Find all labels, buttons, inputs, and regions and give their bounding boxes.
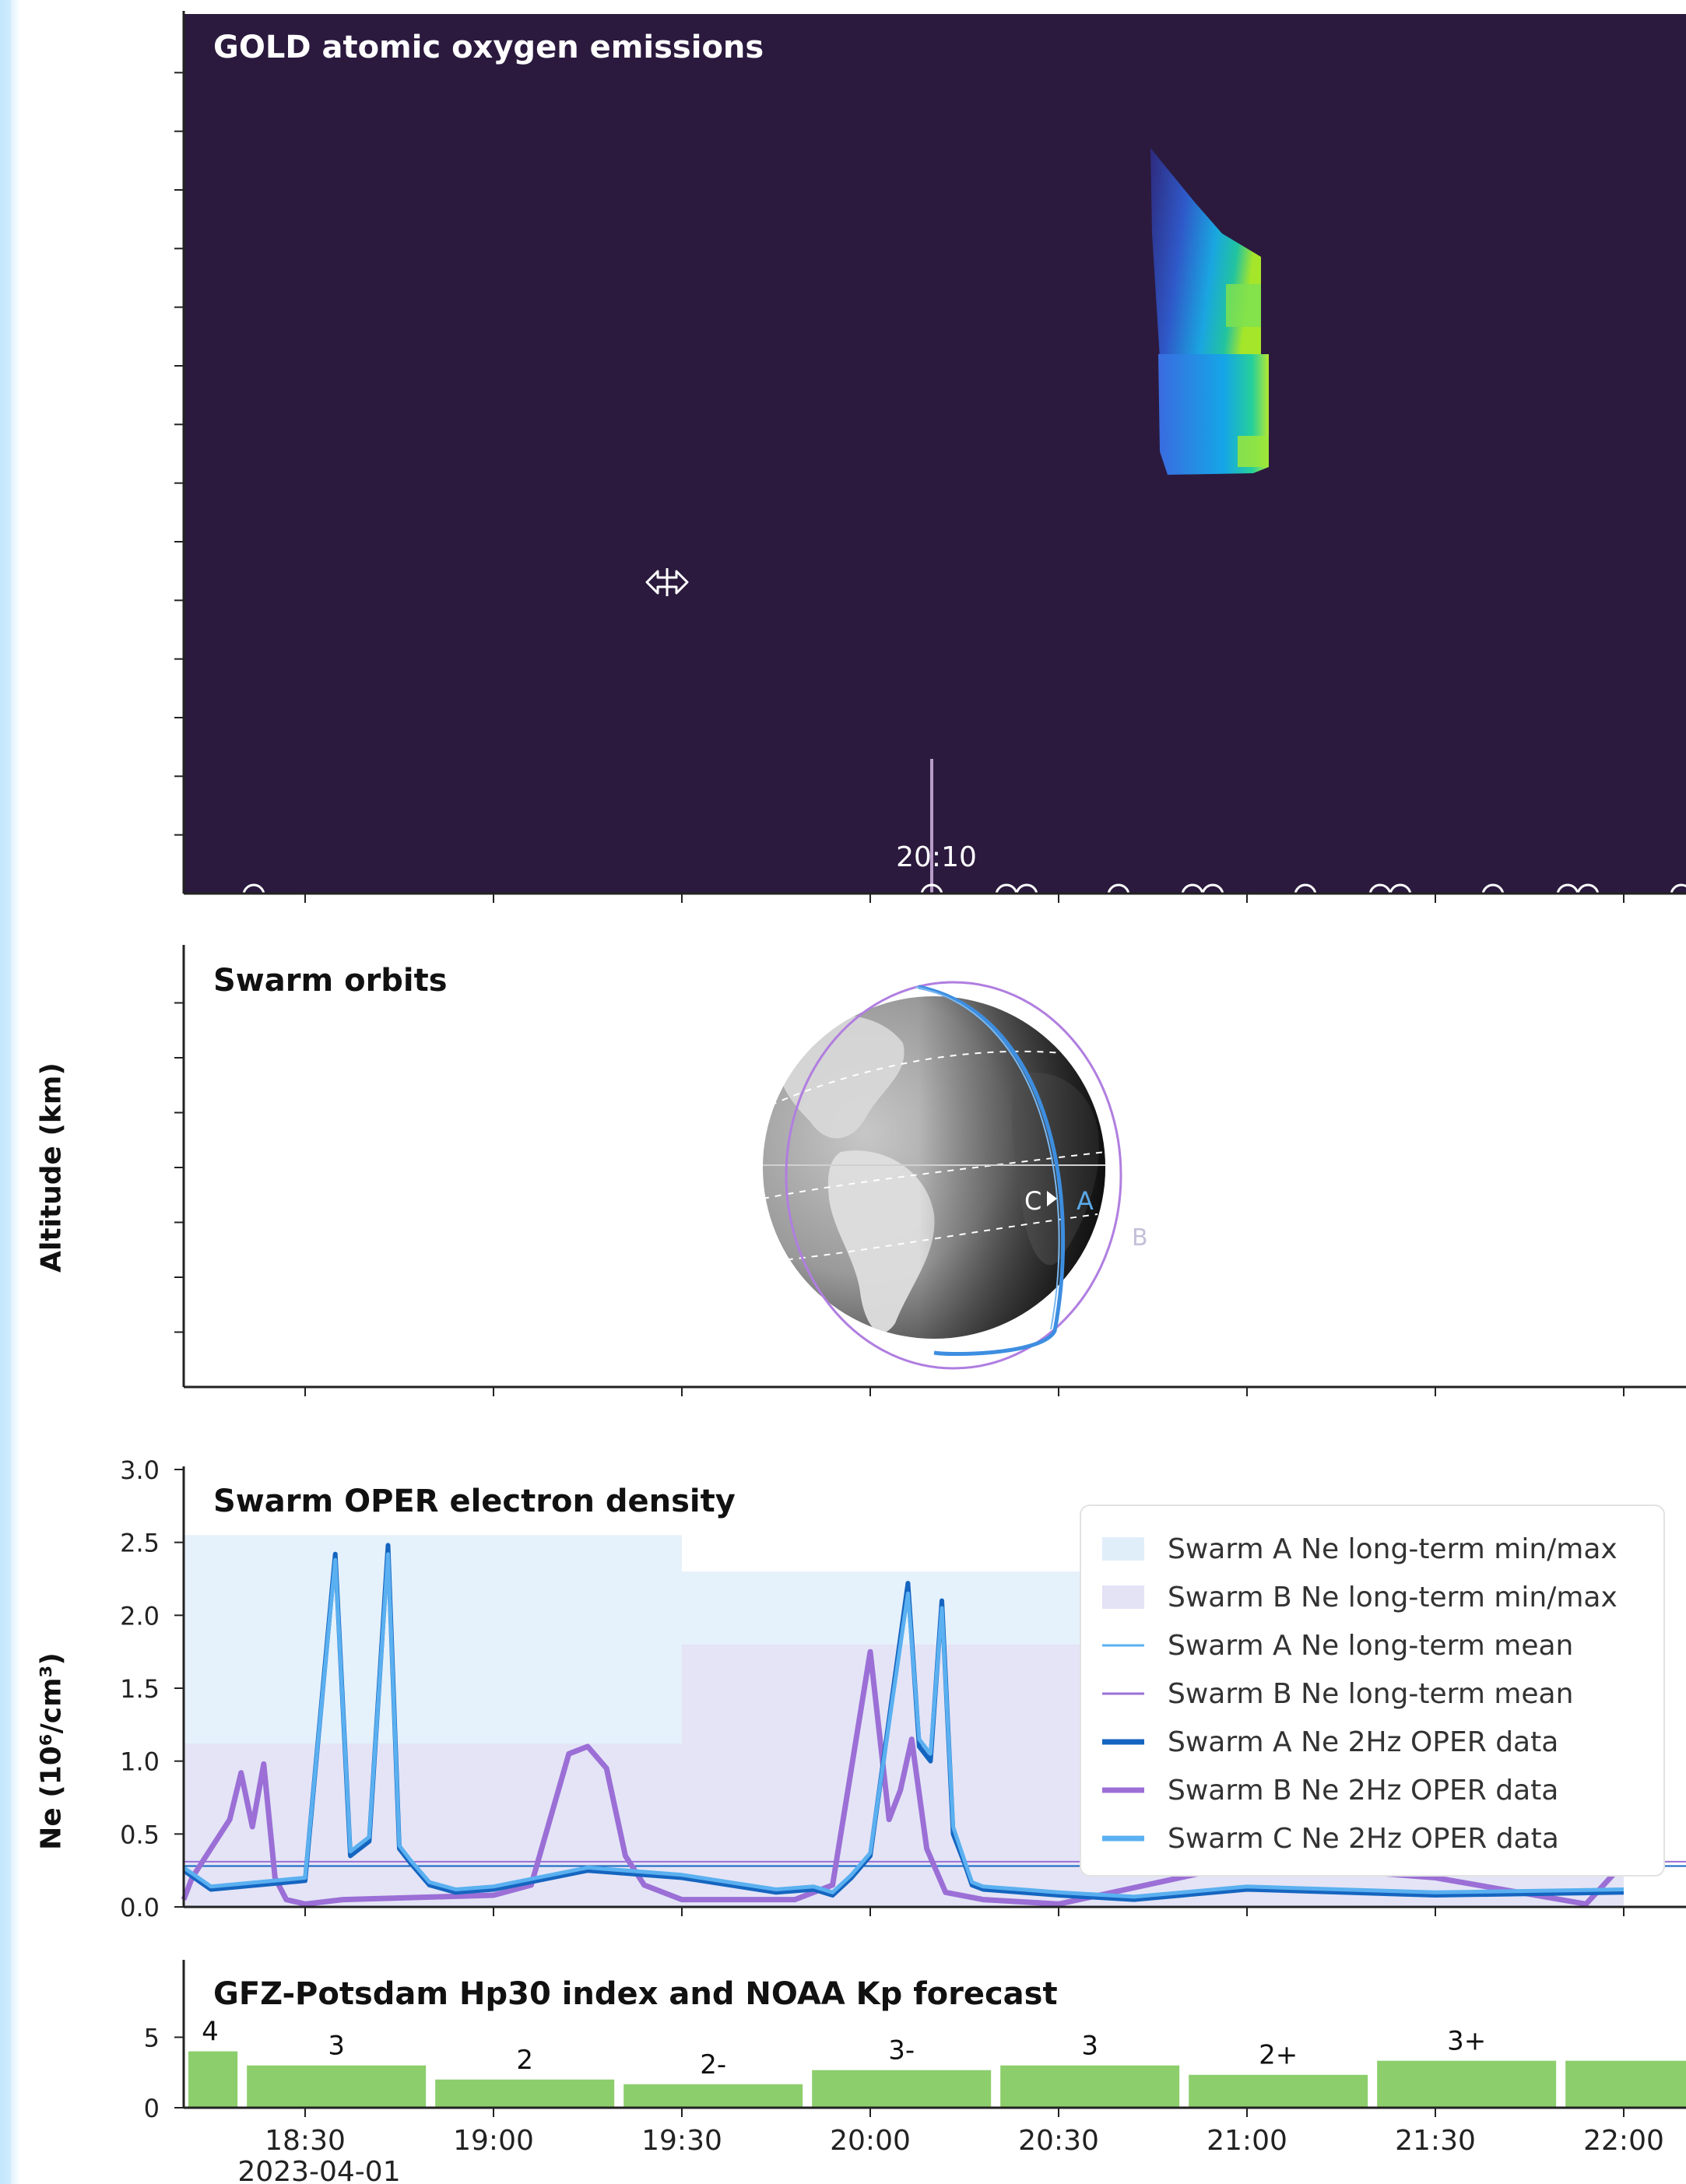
gold-title: GOLD atomic oxygen emissions bbox=[213, 30, 764, 65]
time-tick-label: 18:30 bbox=[265, 2125, 346, 2157]
hp-bar-label: 4 bbox=[202, 2017, 219, 2048]
hp-bar bbox=[1000, 2065, 1180, 2108]
legend-label: Swarm A Ne 2Hz OPER data bbox=[1168, 1726, 1558, 1758]
time-tick-label: 20:30 bbox=[1018, 2125, 1099, 2157]
hp-bar bbox=[435, 2079, 615, 2108]
date-label: 2023-04-01 bbox=[237, 2156, 400, 2184]
ne-y-ticks: 0.0 0.5 1.0 1.5 2.0 2.5 3.0 bbox=[120, 1455, 184, 1922]
orbits-title: Swarm orbits bbox=[213, 963, 448, 999]
hp-bar bbox=[1377, 2060, 1557, 2108]
legend-label: Swarm B Ne long-term mean bbox=[1168, 1678, 1573, 1710]
hp-bar bbox=[1565, 2060, 1686, 2108]
hp-bar bbox=[1189, 2074, 1368, 2108]
ne-y-tick-label: 1.5 bbox=[120, 1674, 160, 1704]
legend-label: Swarm B Ne 2Hz OPER data bbox=[1168, 1775, 1558, 1807]
hp-bar-label: 2 bbox=[516, 2045, 533, 2076]
time-tick-label: 21:00 bbox=[1207, 2125, 1287, 2157]
time-tick-label: 22:00 bbox=[1583, 2125, 1664, 2157]
hp-bar-label: 2+ bbox=[1259, 2040, 1298, 2071]
time-tick-label: 21:30 bbox=[1395, 2125, 1476, 2157]
legend-label: Swarm C Ne 2Hz OPER data bbox=[1168, 1823, 1559, 1855]
hp-bar bbox=[812, 2070, 992, 2108]
hp-bar-label: 3+ bbox=[1447, 2026, 1486, 2057]
time-cursor-label: 20:10 bbox=[896, 841, 977, 873]
ne-y-tick-label: 1.0 bbox=[120, 1747, 160, 1777]
ne-y-tick-label: 3.0 bbox=[120, 1455, 160, 1485]
time-tick-label: 19:00 bbox=[453, 2125, 534, 2157]
hp-bar-label: 3 bbox=[328, 2031, 345, 2062]
ne-title: Swarm OPER electron density bbox=[213, 1484, 736, 1519]
hp-y-tick-label: 0 bbox=[144, 2094, 160, 2123]
hp-bar bbox=[623, 2084, 803, 2108]
legend-swatch bbox=[1102, 1585, 1144, 1609]
legend-label: Swarm B Ne long-term min/max bbox=[1168, 1582, 1618, 1613]
hp-y-tick-label: 5 bbox=[144, 2023, 160, 2052]
satellite-label-b: B bbox=[1132, 1224, 1148, 1252]
hp-panel: 4 3 2 2- 3- 3 2+ 3+ 05 GFZ-Potsdam Hp30 index a… bbox=[144, 1976, 1686, 2123]
legend-label: Swarm A Ne long-term mean bbox=[1168, 1630, 1573, 1662]
ne-y-tick-label: 2.0 bbox=[120, 1601, 160, 1631]
hp-bar-label: 3- bbox=[888, 2035, 915, 2066]
ne-y-tick-label: 0.5 bbox=[120, 1820, 160, 1849]
orbits-panel: Swarm orbits C A B bbox=[213, 963, 1148, 1370]
satellite-label-a: A bbox=[1077, 1186, 1094, 1216]
legend-swatch bbox=[1102, 1537, 1144, 1561]
gold-panel: GOLD atomic oxygen emissions 20:10 bbox=[184, 14, 1686, 896]
time-tick-label: 20:00 bbox=[830, 2125, 911, 2157]
satellite-label-c: C bbox=[1024, 1186, 1041, 1216]
hp-bar-label: 2- bbox=[700, 2049, 726, 2080]
hp-bar bbox=[247, 2065, 427, 2108]
legend-label: Swarm A Ne long-term min/max bbox=[1168, 1533, 1618, 1565]
hp-y-ticks: 05 bbox=[144, 2023, 184, 2123]
ne-panel: 0.0 0.5 1.0 1.5 2.0 2.5 3.0 Swarm OPER electro… bbox=[120, 1455, 1686, 1922]
ne-y-tick-label: 0.0 bbox=[120, 1893, 160, 1922]
timeline-figure: GOLD atomic oxygen emissions 20:10 Swarm… bbox=[120, 11, 1686, 2184]
gold-emission-spot bbox=[1238, 436, 1269, 467]
hp-bar bbox=[188, 2051, 238, 2108]
hp-title: GFZ-Potsdam Hp30 index and NOAA Kp forec… bbox=[213, 1976, 1058, 2012]
time-tick-label: 19:30 bbox=[641, 2125, 722, 2157]
gold-plot-area bbox=[184, 14, 1686, 894]
ne-legend: Swarm A Ne long-term min/max Swarm B Ne l… bbox=[1080, 1505, 1665, 1877]
globe: C A B bbox=[763, 981, 1148, 1370]
hp-bars: 4 3 2 2- 3- 3 2+ 3+ bbox=[188, 2017, 1686, 2108]
ne-y-tick-label: 2.5 bbox=[120, 1529, 160, 1558]
time-axis: 18:30 19:00 19:30 20:00 20:30 21:00 21:30 22:00 bbox=[265, 2125, 1664, 2157]
hp-bar-label: 3 bbox=[1081, 2031, 1098, 2062]
gold-emission-spot bbox=[1226, 284, 1261, 327]
